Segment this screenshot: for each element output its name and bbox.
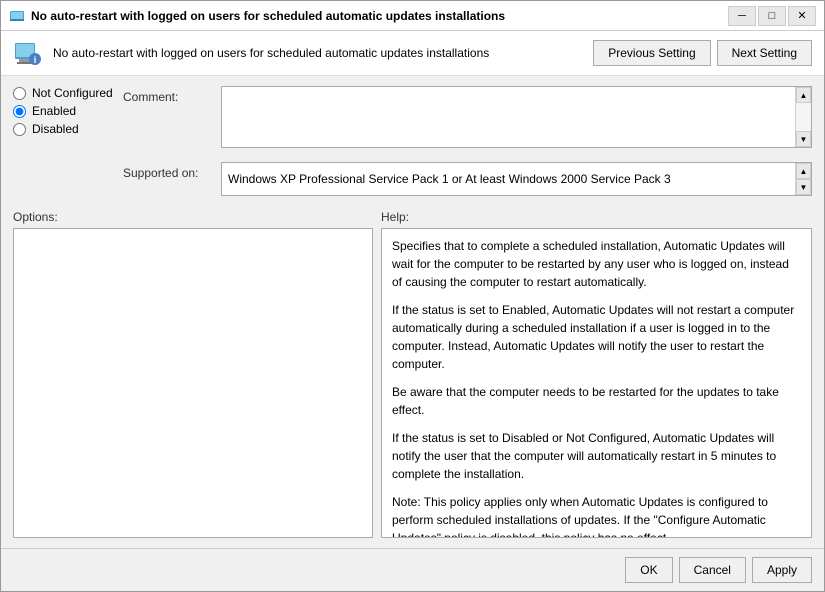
help-paragraph: Specifies that to complete a scheduled i…: [392, 237, 801, 291]
svg-text:i: i: [34, 55, 37, 65]
comment-scrollbar: ▲ ▼: [795, 87, 811, 147]
previous-setting-button[interactable]: Previous Setting: [593, 40, 710, 66]
enabled-radio-label[interactable]: Enabled: [13, 104, 117, 118]
supported-on-text: Windows XP Professional Service Pack 1 o…: [228, 172, 671, 186]
maximize-button[interactable]: □: [758, 6, 786, 26]
window-title: No auto-restart with logged on users for…: [31, 9, 728, 23]
help-paragraph: If the status is set to Enabled, Automat…: [392, 301, 801, 373]
help-paragraph: Note: This policy applies only when Auto…: [392, 493, 801, 538]
comment-section: Comment: ▲ ▼: [123, 86, 812, 148]
not-configured-radio-label[interactable]: Not Configured: [13, 86, 117, 100]
disabled-radio[interactable]: [13, 123, 26, 136]
enabled-radio[interactable]: [13, 105, 26, 118]
main-section: Not Configured Enabled Disabled: [13, 86, 812, 204]
right-panel-inner: Comment: ▲ ▼: [123, 86, 812, 204]
comment-label: Comment:: [123, 86, 213, 148]
options-header: Options:: [13, 210, 373, 224]
supported-on-content: Windows XP Professional Service Pack 1 o…: [222, 163, 811, 195]
supported-on-label: Supported on:: [123, 162, 213, 196]
options-help-section: Options: Help: Specifies that to complet…: [13, 210, 812, 538]
supported-scroll-up[interactable]: ▲: [796, 163, 811, 179]
footer: OK Cancel Apply: [1, 548, 824, 591]
disabled-label: Disabled: [32, 122, 79, 136]
right-panel: Comment: ▲ ▼: [123, 86, 812, 204]
header-title: No auto-restart with logged on users for…: [53, 46, 581, 60]
title-bar-controls: ─ □ ✕: [728, 6, 816, 26]
header-icon: i: [13, 39, 41, 67]
apply-button[interactable]: Apply: [752, 557, 812, 583]
radio-panel: Not Configured Enabled Disabled: [13, 86, 123, 204]
not-configured-radio[interactable]: [13, 87, 26, 100]
header-buttons: Previous Setting Next Setting: [593, 40, 812, 66]
minimize-button[interactable]: ─: [728, 6, 756, 26]
comment-scroll-up[interactable]: ▲: [796, 87, 811, 103]
disabled-radio-label[interactable]: Disabled: [13, 122, 117, 136]
comment-scroll-track: [796, 103, 811, 131]
options-panel-wrapper: Options:: [13, 210, 373, 538]
window-icon: [9, 8, 25, 24]
help-panel: Specifies that to complete a scheduled i…: [381, 228, 812, 538]
close-button[interactable]: ✕: [788, 6, 816, 26]
comment-field-container: ▲ ▼: [221, 86, 812, 148]
supported-scrollbar: ▲ ▼: [795, 163, 811, 195]
header-bar: i No auto-restart with logged on users f…: [1, 31, 824, 76]
options-panel: [13, 228, 373, 538]
supported-on-container: Windows XP Professional Service Pack 1 o…: [221, 162, 812, 196]
help-paragraph: Be aware that the computer needs to be r…: [392, 383, 801, 419]
title-bar: No auto-restart with logged on users for…: [1, 1, 824, 31]
next-setting-button[interactable]: Next Setting: [717, 40, 812, 66]
comment-field-wrapper: ▲ ▼: [221, 86, 812, 148]
ok-button[interactable]: OK: [625, 557, 672, 583]
help-panel-wrapper: Help: Specifies that to complete a sched…: [381, 210, 812, 538]
content-area: Not Configured Enabled Disabled: [1, 76, 824, 548]
main-window: No auto-restart with logged on users for…: [0, 0, 825, 592]
supported-on-field-wrapper: Windows XP Professional Service Pack 1 o…: [221, 162, 812, 196]
help-paragraph: If the status is set to Disabled or Not …: [392, 429, 801, 483]
supported-on-section: Supported on: Windows XP Professional Se…: [123, 162, 812, 196]
help-header: Help:: [381, 210, 812, 224]
comment-scroll-down[interactable]: ▼: [796, 131, 811, 147]
supported-scroll-down[interactable]: ▼: [796, 179, 811, 195]
cancel-button[interactable]: Cancel: [679, 557, 746, 583]
not-configured-label: Not Configured: [32, 86, 113, 100]
radio-group: Not Configured Enabled Disabled: [13, 86, 117, 136]
comment-content: [222, 87, 811, 147]
enabled-label: Enabled: [32, 104, 76, 118]
